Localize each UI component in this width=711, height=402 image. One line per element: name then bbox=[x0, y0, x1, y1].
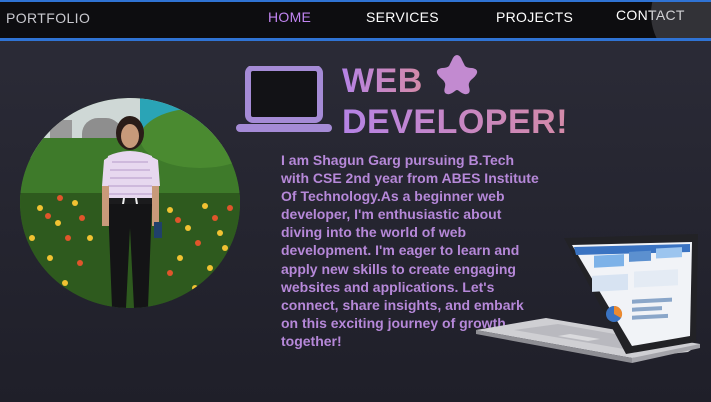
navbar: PORTFOLIO HOME SERVICES PROJECTS CONTACT bbox=[0, 0, 711, 41]
headline-line-1: WEB bbox=[342, 62, 423, 100]
nav-services-link[interactable]: SERVICES bbox=[366, 9, 439, 25]
laptop-illustration bbox=[474, 232, 704, 372]
brand-logo[interactable]: PORTFOLIO bbox=[6, 10, 90, 26]
headline-line-2: DEVELOPER! bbox=[342, 103, 569, 141]
star-icon bbox=[434, 52, 480, 101]
profile-photo bbox=[20, 98, 240, 308]
nav-projects-link[interactable]: PROJECTS bbox=[496, 9, 573, 25]
corner-decoration bbox=[651, 2, 711, 38]
nav-home-link[interactable]: HOME bbox=[268, 9, 311, 25]
monitor-icon bbox=[236, 65, 332, 139]
